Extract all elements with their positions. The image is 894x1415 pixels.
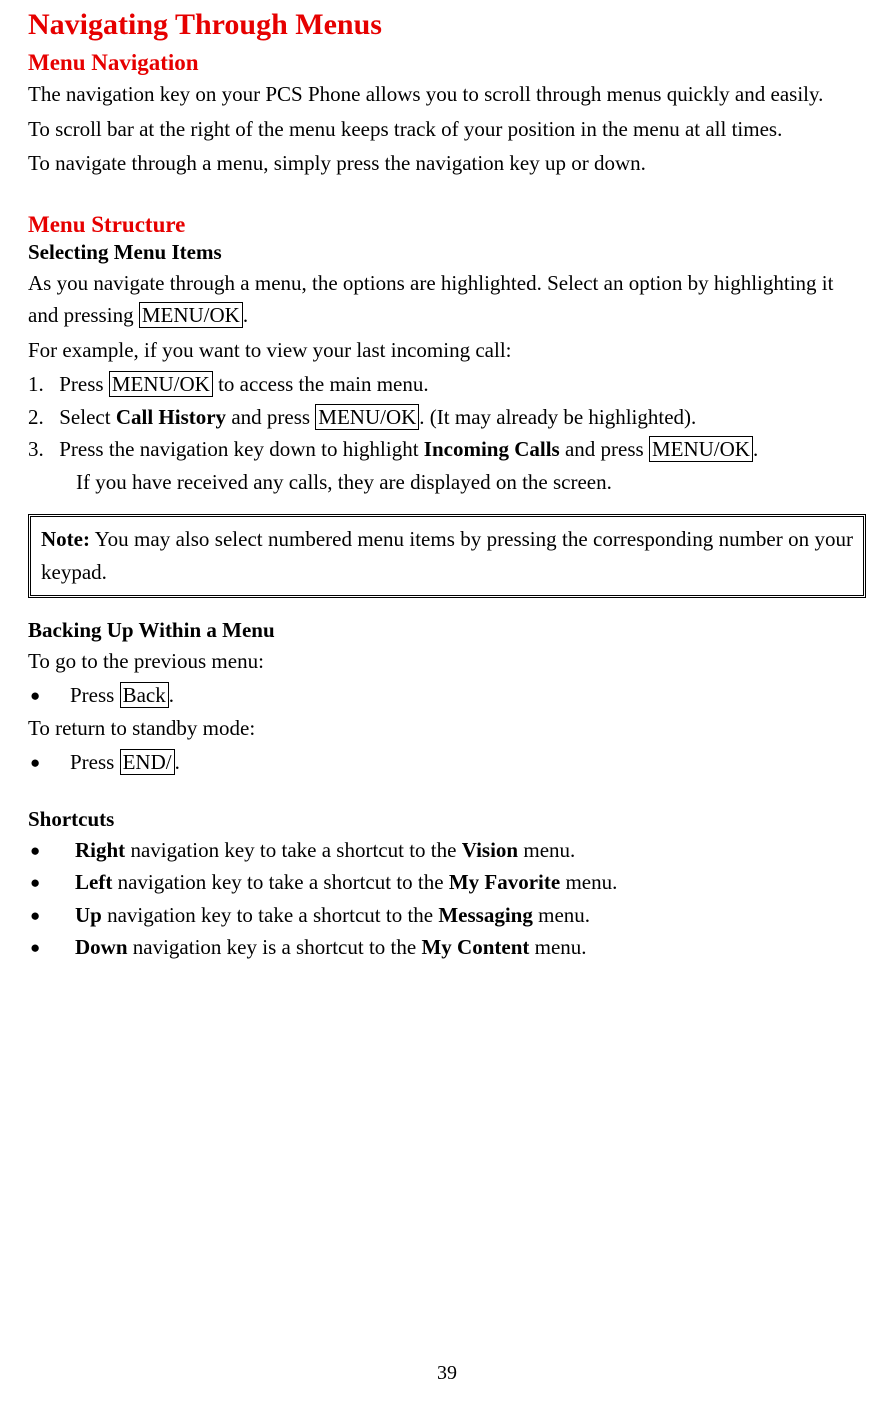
- text: .: [169, 683, 174, 707]
- bold-text: Left: [75, 870, 112, 894]
- text: navigation key to take a shortcut to the: [125, 838, 462, 862]
- step-number: 3.: [28, 433, 54, 466]
- step-continuation: If you have received any calls, they are…: [28, 466, 866, 499]
- text: menu.: [518, 838, 575, 862]
- step-number: 2.: [28, 401, 54, 434]
- key-menuok: MENU/OK: [315, 404, 419, 430]
- ordered-steps: 1. Press MENU/OK to access the main menu…: [28, 368, 866, 466]
- text: and press: [226, 405, 315, 429]
- step-1: 1. Press MENU/OK to access the main menu…: [28, 368, 866, 401]
- text: navigation key is a shortcut to the: [128, 935, 422, 959]
- text: menu.: [533, 903, 590, 927]
- text: Press the navigation key down to highlig…: [59, 437, 424, 461]
- text: Press: [59, 372, 109, 396]
- step-2: 2. Select Call History and press MENU/OK…: [28, 401, 866, 434]
- bold-text: Vision: [462, 838, 518, 862]
- text: Select: [59, 405, 116, 429]
- note-text: You may also select numbered menu items …: [41, 527, 853, 584]
- text: Press: [70, 683, 120, 707]
- bullet-list: Right navigation key to take a shortcut …: [28, 834, 866, 964]
- step-number: 1.: [28, 368, 54, 401]
- text: . (It may already be highlighted).: [419, 405, 696, 429]
- paragraph: To return to standby mode:: [28, 712, 866, 745]
- bold-text: Call History: [116, 405, 226, 429]
- list-item: Press Back.: [28, 679, 866, 712]
- bullet-list: Press END/.: [28, 746, 866, 779]
- text: menu.: [560, 870, 617, 894]
- section-heading-menu-navigation: Menu Navigation: [28, 50, 866, 76]
- paragraph: To scroll bar at the right of the menu k…: [28, 113, 866, 146]
- key-back: Back: [120, 682, 169, 708]
- subheading-selecting-menu-items: Selecting Menu Items: [28, 240, 866, 265]
- bold-text: My Favorite: [449, 870, 560, 894]
- note-label: Note:: [41, 527, 90, 551]
- text: menu.: [529, 935, 586, 959]
- text: and press: [560, 437, 649, 461]
- list-item: Down navigation key is a shortcut to the…: [28, 931, 866, 964]
- subheading-backing-up: Backing Up Within a Menu: [28, 618, 866, 643]
- bold-text: Incoming Calls: [424, 437, 560, 461]
- list-item: Right navigation key to take a shortcut …: [28, 834, 866, 867]
- bold-text: Right: [75, 838, 125, 862]
- page-title: Navigating Through Menus: [28, 8, 866, 42]
- list-item: Press END/.: [28, 746, 866, 779]
- key-end: END/: [120, 749, 175, 775]
- bold-text: Messaging: [438, 903, 533, 927]
- bold-text: Down: [75, 935, 128, 959]
- section-heading-menu-structure: Menu Structure: [28, 212, 866, 238]
- key-menuok: MENU/OK: [109, 371, 213, 397]
- bold-text: Up: [75, 903, 102, 927]
- document-page: Navigating Through Menus Menu Navigation…: [0, 0, 894, 964]
- bold-text: My Content: [421, 935, 529, 959]
- text: navigation key to take a shortcut to the: [112, 870, 449, 894]
- subheading-shortcuts: Shortcuts: [28, 807, 866, 832]
- bullet-list: Press Back.: [28, 679, 866, 712]
- paragraph: To navigate through a menu, simply press…: [28, 147, 866, 180]
- paragraph: To go to the previous menu:: [28, 645, 866, 678]
- text: to access the main menu.: [213, 372, 429, 396]
- list-item: Up navigation key to take a shortcut to …: [28, 899, 866, 932]
- text: .: [175, 750, 180, 774]
- page-number: 39: [0, 1362, 894, 1385]
- paragraph: The navigation key on your PCS Phone all…: [28, 78, 866, 111]
- text: .: [753, 437, 758, 461]
- step-3: 3. Press the navigation key down to high…: [28, 433, 866, 466]
- text: Press: [70, 750, 120, 774]
- text: .: [243, 303, 248, 327]
- key-menuok: MENU/OK: [649, 436, 753, 462]
- paragraph: As you navigate through a menu, the opti…: [28, 267, 866, 332]
- key-menuok: MENU/OK: [139, 302, 243, 328]
- paragraph: For example, if you want to view your la…: [28, 334, 866, 367]
- list-item: Left navigation key to take a shortcut t…: [28, 866, 866, 899]
- note-box: Note: You may also select numbered menu …: [28, 514, 866, 597]
- text: navigation key to take a shortcut to the: [102, 903, 439, 927]
